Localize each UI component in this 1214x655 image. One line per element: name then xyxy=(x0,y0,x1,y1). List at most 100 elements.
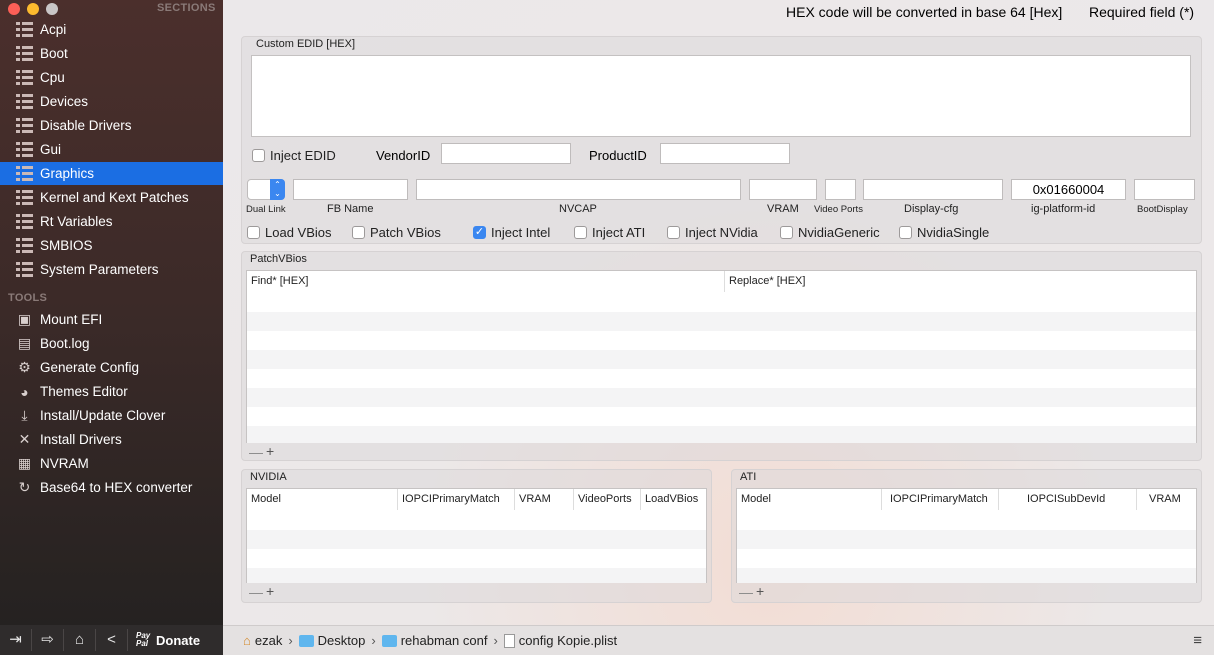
close-button[interactable] xyxy=(8,3,20,15)
donate-label: Donate xyxy=(156,632,201,648)
edid-textarea[interactable] xyxy=(251,55,1191,137)
path-file[interactable]: config Kopie.plist xyxy=(503,633,617,648)
sidebar-item-disable-drivers[interactable]: Disable Drivers xyxy=(0,114,223,137)
share-icon[interactable]: < xyxy=(96,629,128,651)
sidebar: SECTIONS Acpi Boot Cpu Devices Disable Drive… xyxy=(0,0,223,625)
product-id-label: ProductID xyxy=(589,148,647,163)
checkbox-label: NvidiaSingle xyxy=(917,225,990,240)
inject-edid-checkbox[interactable]: Inject EDID xyxy=(252,148,336,163)
add-row-button[interactable]: + xyxy=(266,443,274,459)
path-home[interactable]: ⌂ ezak xyxy=(243,633,282,648)
path-label: rehabman conf xyxy=(400,633,488,648)
sidebar-tool-themes-editor[interactable]: ◕ Themes Editor xyxy=(0,380,223,403)
column-header-videoports[interactable]: VideoPorts xyxy=(574,489,641,510)
sidebar-item-label: SMBIOS xyxy=(40,238,93,253)
minimize-button[interactable] xyxy=(27,3,39,15)
sidebar-item-rt-variables[interactable]: Rt Variables xyxy=(0,210,223,233)
path-desktop[interactable]: Desktop xyxy=(298,633,366,648)
column-header-vram[interactable]: VRAM xyxy=(515,489,574,510)
import-icon[interactable]: ⇥ xyxy=(0,629,32,651)
sidebar-item-label: Kernel and Kext Patches xyxy=(40,190,189,205)
checkbox-icon xyxy=(247,226,260,239)
display-cfg-input[interactable] xyxy=(863,179,1003,200)
column-header-loadvbios[interactable]: LoadVBios xyxy=(641,489,706,510)
nvidia-table[interactable]: Model IOPCIPrimaryMatch VRAM VideoPorts … xyxy=(246,488,707,583)
download-icon: ⤓ xyxy=(21,407,28,423)
sidebar-item-kernel-and-kext-patches[interactable]: Kernel and Kext Patches xyxy=(0,186,223,209)
patchvbios-table[interactable]: Find* [HEX] Replace* [HEX] xyxy=(246,270,1197,443)
dual-link-select[interactable]: ⌃ ⌄ xyxy=(247,179,285,200)
column-header-model[interactable]: Model xyxy=(247,489,398,510)
sidebar-tool-boot-log[interactable]: ▤ Boot.log xyxy=(0,332,223,355)
ati-add-button[interactable]: + xyxy=(756,583,764,599)
column-header-iopciprimarymatch[interactable]: IOPCIPrimaryMatch xyxy=(398,489,515,510)
export-icon[interactable]: ⇨ xyxy=(32,629,64,651)
donate-button[interactable]: Pay Pal Donate xyxy=(128,632,200,648)
sidebar-tool-mount-efi[interactable]: ▣ Mount EFI xyxy=(0,308,223,331)
vram-input[interactable] xyxy=(749,179,817,200)
checkbox-label: Patch VBios xyxy=(370,225,441,240)
product-id-input[interactable] xyxy=(660,143,790,164)
column-header-iopciprimarymatch[interactable]: IOPCIPrimaryMatch xyxy=(882,489,999,510)
dual-link-label: Dual Link xyxy=(246,204,286,215)
sidebar-item-acpi[interactable]: Acpi xyxy=(0,18,223,41)
fb-name-input[interactable] xyxy=(293,179,408,200)
nvidia-remove-button[interactable]: — xyxy=(249,584,263,600)
remove-row-button[interactable]: — xyxy=(249,444,263,460)
nvidia-title: NVIDIA xyxy=(250,471,287,483)
load-vbios-checkbox[interactable]: Load VBios xyxy=(247,225,332,240)
sidebar-item-label: Install Drivers xyxy=(40,432,122,447)
sidebar-tool-install-update-clover[interactable]: ⤓ Install/Update Clover xyxy=(0,404,223,427)
ati-table[interactable]: Model IOPCIPrimaryMatch IOPCISubDevId VR… xyxy=(736,488,1197,583)
ati-remove-button[interactable]: — xyxy=(739,584,753,600)
sidebar-tool-base64-to-hex-converter[interactable]: ↻ Base64 to HEX converter xyxy=(0,476,223,499)
inject-intel-checkbox[interactable]: ✓ Inject Intel xyxy=(473,225,550,240)
sidebar-tool-generate-config[interactable]: ⚙ Generate Config xyxy=(0,356,223,379)
sidebar-item-label: System Parameters xyxy=(40,262,159,277)
sidebar-tool-install-drivers[interactable]: ✕ Install Drivers xyxy=(0,428,223,451)
sidebar-item-system-parameters[interactable]: System Parameters xyxy=(0,258,223,281)
sidebar-item-devices[interactable]: Devices xyxy=(0,90,223,113)
ig-platform-id-input[interactable] xyxy=(1011,179,1126,200)
sidebar-item-graphics[interactable]: Graphics xyxy=(0,162,223,185)
nvcap-input[interactable] xyxy=(416,179,741,200)
display-cfg-label: Display-cfg xyxy=(904,203,959,215)
checkbox-icon xyxy=(574,226,587,239)
path-rehabman-conf[interactable]: rehabman conf xyxy=(381,633,488,648)
nvidiasingle-checkbox[interactable]: NvidiaSingle xyxy=(899,225,989,240)
list-icon xyxy=(16,118,33,133)
folder-icon xyxy=(381,634,397,647)
vendor-id-input[interactable] xyxy=(441,143,571,164)
checkbox-icon xyxy=(899,226,912,239)
nvidia-add-button[interactable]: + xyxy=(266,583,274,599)
list-icon xyxy=(16,22,33,37)
sidebar-item-gui[interactable]: Gui xyxy=(0,138,223,161)
inject-nvidia-checkbox[interactable]: Inject NVidia xyxy=(667,225,758,240)
sidebar-item-cpu[interactable]: Cpu xyxy=(0,66,223,89)
checkbox-label: Inject Intel xyxy=(491,225,551,240)
home-icon[interactable]: ⌂ xyxy=(64,629,96,651)
sidebar-item-boot[interactable]: Boot xyxy=(0,42,223,65)
patch-vbios-checkbox[interactable]: Patch VBios xyxy=(352,225,441,240)
nvidiageneric-checkbox[interactable]: NvidiaGeneric xyxy=(780,225,880,240)
list-icon xyxy=(16,214,33,229)
menu-icon[interactable]: ≡ xyxy=(1193,632,1202,649)
path-label: Desktop xyxy=(317,633,366,648)
sidebar-item-label: Install/Update Clover xyxy=(40,408,166,423)
column-header-find[interactable]: Find* [HEX] xyxy=(247,271,725,292)
column-header-vram[interactable]: VRAM xyxy=(1137,489,1196,510)
checkbox-label: Inject ATI xyxy=(592,225,646,240)
required-note: Required field (*) xyxy=(1089,4,1195,20)
sidebar-item-label: Gui xyxy=(40,142,62,157)
column-header-replace[interactable]: Replace* [HEX] xyxy=(725,271,1196,292)
video-ports-input[interactable] xyxy=(825,179,856,200)
column-header-model[interactable]: Model xyxy=(737,489,882,510)
list-icon xyxy=(16,262,33,277)
boot-display-input[interactable] xyxy=(1134,179,1195,200)
inject-ati-checkbox[interactable]: Inject ATI xyxy=(574,225,645,240)
sidebar-item-smbios[interactable]: SMBIOS xyxy=(0,234,223,257)
sidebar-tool-nvram[interactable]: ▦ NVRAM xyxy=(0,452,223,475)
zoom-button[interactable] xyxy=(46,3,58,15)
column-header-iopcisubdevid[interactable]: IOPCISubDevId xyxy=(999,489,1137,510)
home-icon: ⌂ xyxy=(243,633,251,648)
